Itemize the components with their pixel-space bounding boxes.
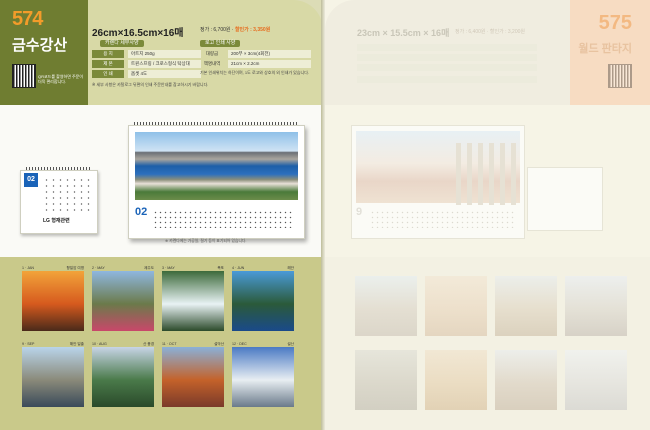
spec-key: 인 쇄	[92, 70, 124, 78]
landscape-photo	[356, 131, 520, 205]
landscape-photo	[162, 347, 224, 407]
option-value: 200부 × 3cm(4회전)	[228, 50, 311, 58]
spec-row-print: 인 쇄 옵셋 4도	[92, 70, 201, 78]
sale-price: 할인가 : 3,350원	[234, 27, 271, 33]
spec-key: 제 본	[92, 60, 124, 68]
spec-row-paper: 용 지 아트지 250g	[92, 50, 201, 58]
order-note: ※ 세부 사항은 카탈로그 뒤편의 인쇄 주문안내를 참고하시기 바랍니다.	[92, 82, 209, 87]
thumbnail-month: 10 · AUG	[92, 342, 107, 346]
month-thumbnail[interactable]	[355, 276, 417, 336]
thumbnail-month: 1 · JAN	[22, 266, 34, 270]
calendar-size: 26cm×16.5cm×16매	[92, 28, 184, 39]
spec-value: 아트지 250g	[128, 50, 201, 58]
calendar-logo: LG 형재관련	[43, 218, 70, 224]
thumbnail-month: 4 · JUN	[232, 266, 245, 270]
product-code: 574	[12, 8, 43, 30]
product-code-tab: 574 금수강산 QR코드를 촬영하면 주문이 더욱 편리합니다.	[0, 0, 88, 105]
spec-row	[357, 44, 537, 51]
price-info: 정가 : 6,700원 · 할인가 : 3,350원	[200, 26, 270, 33]
option-pill: 로고 인쇄 사양	[200, 40, 241, 47]
landscape-photo	[162, 271, 224, 331]
thumbnail-month: 2 · MAY	[92, 266, 105, 270]
thumbnail-month: 12 · DEC	[232, 342, 247, 346]
date-grid	[43, 177, 93, 213]
thumbnail-place: 향일암 여명	[66, 266, 84, 270]
landscape-photo	[22, 271, 84, 331]
thumbnail-place: 해안 일출	[69, 342, 84, 346]
large-desk-calendar[interactable]: 02	[128, 125, 305, 239]
spec-value: 옵셋 4도	[128, 70, 201, 78]
landscape-photo	[92, 271, 154, 331]
month-thumbnail[interactable]: 3 · MAY 폭포	[162, 266, 224, 331]
product-code: 575	[598, 12, 632, 34]
thumbnail-place: 설악산	[214, 342, 224, 346]
spec-row-binding: 제 본 트윈스프링 / 크로스형식 탁상대	[92, 60, 201, 68]
option-row-quantity: 대량금 200부 × 3cm(4회전)	[200, 50, 311, 58]
catalog-spread: 574 금수강산 QR코드를 촬영하면 주문이 더욱 편리합니다. 26cm×1…	[0, 0, 650, 430]
month-thumbnail[interactable]: 4 · JUN 해안	[232, 266, 294, 331]
month-thumbnail[interactable]	[565, 350, 627, 410]
product-title: 금수강산	[12, 37, 68, 54]
large-desk-calendar[interactable]: 9	[351, 125, 525, 239]
rock-towers	[456, 143, 516, 205]
spec-row	[357, 76, 537, 83]
calendar-date-strip: 02	[135, 206, 298, 232]
month-thumbnail[interactable]: 10 · AUG 산 풍경	[92, 342, 154, 407]
product-title: 월드 판타지	[578, 43, 632, 55]
option-row-size: 책명내역 21cm × 2.2cm	[200, 60, 311, 68]
thumbnail-place: 폭포	[217, 266, 224, 270]
option-key: 대량금	[205, 51, 219, 56]
thumbnail-place: 제주도	[144, 266, 154, 270]
month-thumbnail[interactable]: 1 · JAN 향일암 여명	[22, 266, 84, 331]
month-thumbnail[interactable]: 12 · DEC 설산	[232, 342, 294, 407]
price-info: 정가 : 6,400원 · 할인가 : 3,200원	[455, 29, 526, 35]
option-note: 기본 인쇄위치는 하단이며, 1도 로고와 상호의 외 인쇄가 있습니다.	[200, 70, 310, 75]
date-grid	[153, 210, 293, 228]
thumbnail-place: 설산	[287, 342, 294, 346]
month-thumbnail[interactable]	[425, 276, 487, 336]
calendar-month-badge: 02	[24, 173, 38, 187]
thumbnail-month: 3 · MAY	[162, 266, 175, 270]
thumbnail-place: 산 풍경	[143, 342, 154, 346]
small-desk-calendar[interactable]	[527, 167, 603, 231]
landscape-photo	[232, 271, 294, 331]
qr-code-icon[interactable]	[12, 64, 36, 88]
month-thumbnail[interactable]	[495, 350, 557, 410]
calendar-month: 02	[135, 206, 148, 218]
regular-price: 정가 : 6,700원 ·	[200, 27, 234, 33]
spec-value: 트윈스프링 / 크로스형식 탁상대	[128, 60, 201, 68]
thumbnail-place: 해안	[287, 266, 294, 270]
spec-key: 용 지	[92, 50, 124, 58]
month-thumbnail[interactable]	[495, 276, 557, 336]
landscape-photo	[92, 347, 154, 407]
lake-photo	[135, 132, 298, 200]
month-thumbnail[interactable]	[565, 276, 627, 336]
month-thumbnail[interactable]: 11 · OCT 설악산	[162, 342, 224, 407]
thumbnail-month: 9 · SEP	[22, 342, 35, 346]
spec-row	[357, 64, 537, 71]
calendar-caption: ※ 카렌다에는 가공일, 절기 등이 표기되어 있습니다.	[165, 239, 247, 243]
date-grid	[370, 210, 515, 228]
option-value: 21cm × 2.2cm	[228, 60, 311, 68]
landscape-photo	[22, 347, 84, 407]
month-thumbnail[interactable]	[425, 350, 487, 410]
month-thumbnail[interactable]: 2 · MAY 제주도	[92, 266, 154, 331]
calendar-size: 23cm × 15.5cm × 16매	[357, 28, 450, 38]
qr-code-icon[interactable]	[608, 64, 632, 88]
landscape-photo	[232, 347, 294, 407]
spec-pill: 카렌다 세부사양	[100, 40, 144, 47]
spec-row	[357, 54, 537, 61]
right-page: 575 월드 판타지 23cm × 15.5cm × 16매 정가 : 6,40…	[325, 0, 650, 430]
thumbnail-month: 11 · OCT	[162, 342, 177, 346]
calendar-month: 9	[356, 206, 363, 218]
small-desk-calendar[interactable]: 02 LG 형재관련	[20, 170, 98, 234]
month-thumbnail[interactable]: 9 · SEP 해안 일출	[22, 342, 84, 407]
month-thumbnail[interactable]	[355, 350, 417, 410]
option-key: 책명내역	[203, 61, 221, 66]
left-page: 574 금수강산 QR코드를 촬영하면 주문이 더욱 편리합니다. 26cm×1…	[0, 0, 323, 430]
qr-note: QR코드를 촬영하면 주문이 더욱 편리합니다.	[38, 74, 84, 84]
